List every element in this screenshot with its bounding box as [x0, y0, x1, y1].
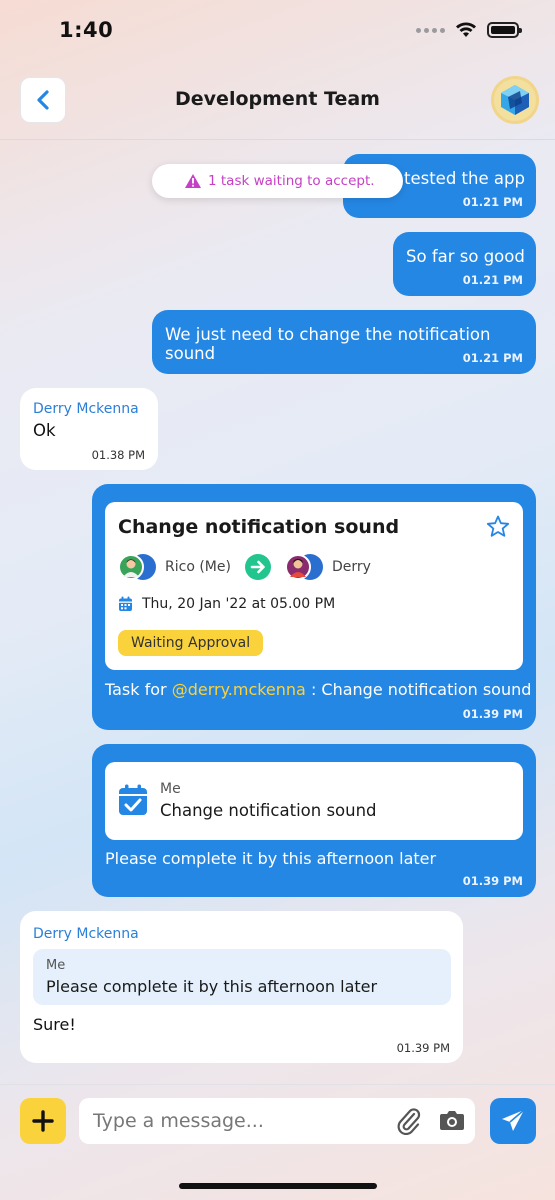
message-text: Please complete it by this afternoon lat… — [105, 849, 437, 868]
paperclip-icon — [397, 1108, 421, 1136]
group-logo-icon — [501, 85, 529, 115]
status-bar: 1:40 — [0, 0, 555, 60]
favorite-button[interactable] — [486, 515, 510, 542]
due-date: Thu, 20 Jan '22 at 05.00 PM — [142, 596, 336, 612]
task-reference-message[interactable]: Me Change notification sound Please comp… — [92, 744, 536, 897]
task-caption: Task for @derry.mckenna : Change notific… — [105, 680, 531, 699]
sender-name: Derry Mckenna — [33, 926, 139, 942]
assignee-name: Derry — [331, 559, 371, 575]
quoted-message[interactable]: Me Please complete it by this afternoon … — [33, 949, 451, 1005]
send-button[interactable] — [490, 1098, 536, 1144]
message-time: 01.21 PM — [462, 351, 523, 365]
sender-name: Derry Mckenna — [33, 401, 139, 417]
quoted-author: Me — [46, 958, 66, 973]
message-time: 01.21 PM — [462, 195, 523, 209]
status-icons — [416, 22, 522, 38]
chat-title: Development Team — [175, 88, 380, 110]
message-text: Ok — [33, 421, 56, 440]
incoming-message[interactable]: Derry Mckenna Ok 01.38 PM — [20, 388, 158, 470]
caption-suffix: : Change notification sound — [305, 680, 532, 699]
camera-icon — [440, 1111, 464, 1130]
message-time: 01.39 PM — [462, 874, 523, 888]
assigner-avatar — [118, 554, 158, 580]
reference-owner: Me — [160, 781, 181, 797]
status-badge: Waiting Approval — [118, 630, 264, 656]
incoming-message[interactable]: Derry Mckenna Me Please complete it by t… — [20, 911, 463, 1063]
signal-icon — [416, 27, 445, 33]
mention-link[interactable]: @derry.mckenna — [172, 680, 306, 699]
task-message[interactable]: Change notification sound Rico (Me) Derr… — [92, 484, 536, 730]
status-time: 1:40 — [59, 18, 114, 42]
wifi-icon — [456, 22, 476, 37]
group-avatar[interactable] — [491, 76, 539, 124]
assigner-name: Rico (Me) — [165, 559, 231, 575]
message-text: Sure! — [33, 1015, 76, 1034]
task-card[interactable]: Change notification sound Rico (Me) Derr… — [105, 502, 523, 670]
message-text: tested the app — [404, 169, 525, 188]
attach-file-button[interactable] — [396, 1107, 422, 1139]
outgoing-message[interactable]: We just need to change the notification … — [152, 310, 536, 374]
task-title: Change notification sound — [118, 516, 400, 538]
caption-prefix: Task for — [105, 680, 172, 699]
calendar-icon — [119, 596, 132, 611]
pending-task-toast[interactable]: 1 task waiting to accept. — [152, 164, 403, 198]
assignee-row: Rico (Me) Derry — [118, 554, 371, 580]
camera-button[interactable] — [439, 1108, 465, 1136]
battery-icon — [487, 22, 522, 38]
reference-title: Change notification sound — [160, 801, 377, 820]
assignee-avatar — [284, 554, 325, 580]
quoted-text: Please complete it by this afternoon lat… — [46, 977, 378, 996]
message-time: 01.39 PM — [462, 707, 523, 721]
outgoing-message[interactable]: So far so good 01.21 PM — [393, 232, 536, 296]
home-indicator — [179, 1183, 377, 1189]
due-date-row: Thu, 20 Jan '22 at 05.00 PM — [118, 596, 335, 612]
send-icon — [502, 1109, 525, 1131]
message-text: So far so good — [406, 247, 525, 266]
warning-icon — [185, 174, 201, 188]
message-time: 01.21 PM — [462, 273, 523, 287]
chat-header: Development Team — [0, 60, 555, 140]
calendar-check-icon — [119, 784, 147, 815]
star-icon — [486, 515, 510, 537]
arrow-right-icon — [244, 554, 271, 580]
message-time: 01.39 PM — [396, 1041, 450, 1055]
toast-text: 1 task waiting to accept. — [208, 173, 375, 189]
plus-icon — [32, 1110, 54, 1132]
add-attachment-button[interactable] — [20, 1098, 66, 1144]
task-reference-card[interactable]: Me Change notification sound — [105, 762, 523, 840]
message-time: 01.38 PM — [91, 448, 145, 462]
